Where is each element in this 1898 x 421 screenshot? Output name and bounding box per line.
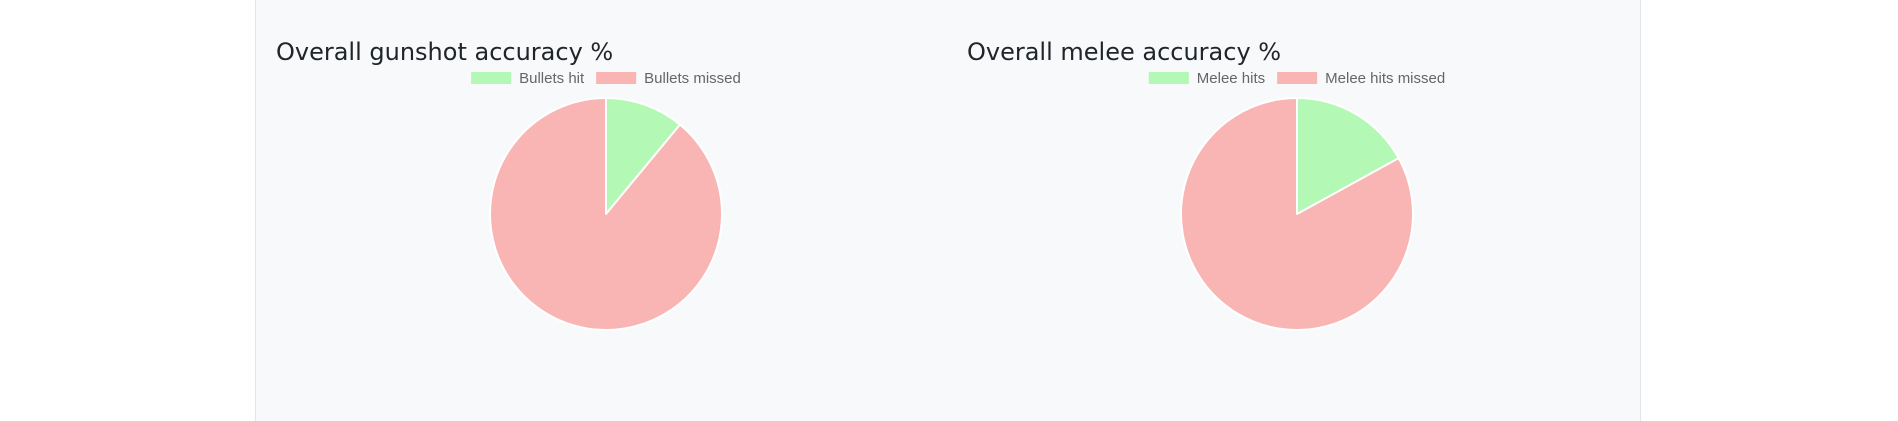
legend-item-melee-hits[interactable]: Melee hits [1148,70,1265,87]
legend-item-bullets-missed[interactable]: Bullets missed [596,70,741,87]
charts-panel: Overall gunshot accuracy % Bullets hit Bu… [255,0,1641,421]
legend-swatch-melee-hits [1148,72,1189,84]
legend-item-melee-hits-missed[interactable]: Melee hits missed [1277,70,1445,87]
legend-label-melee-hits: Melee hits [1197,70,1265,87]
gunshot-accuracy-title: Overall gunshot accuracy % [276,38,614,66]
gunshot-accuracy-card: Overall gunshot accuracy % Bullets hit Bu… [276,0,936,421]
legend-label-bullets-hit: Bullets hit [519,70,585,87]
melee-accuracy-pie-chart: Melee hits Melee hits missed [1148,70,1445,331]
legend-label-bullets-missed: Bullets missed [644,70,741,87]
melee-accuracy-title: Overall melee accuracy % [967,38,1282,66]
pie-slice-bullets-missed[interactable] [489,97,723,331]
gunshot-accuracy-pie-chart: Bullets hit Bullets missed [471,70,741,331]
legend-item-bullets-hit[interactable]: Bullets hit [471,70,585,87]
legend-label-melee-hits-missed: Melee hits missed [1325,70,1445,87]
chart-legend: Melee hits Melee hits missed [1148,70,1445,87]
chart-legend: Bullets hit Bullets missed [471,70,741,87]
melee-accuracy-card: Overall melee accuracy % Melee hits Melee… [967,0,1627,421]
legend-swatch-bullets-hit [471,72,512,84]
legend-swatch-bullets-missed [596,72,637,84]
legend-swatch-melee-hits-missed [1277,72,1318,84]
